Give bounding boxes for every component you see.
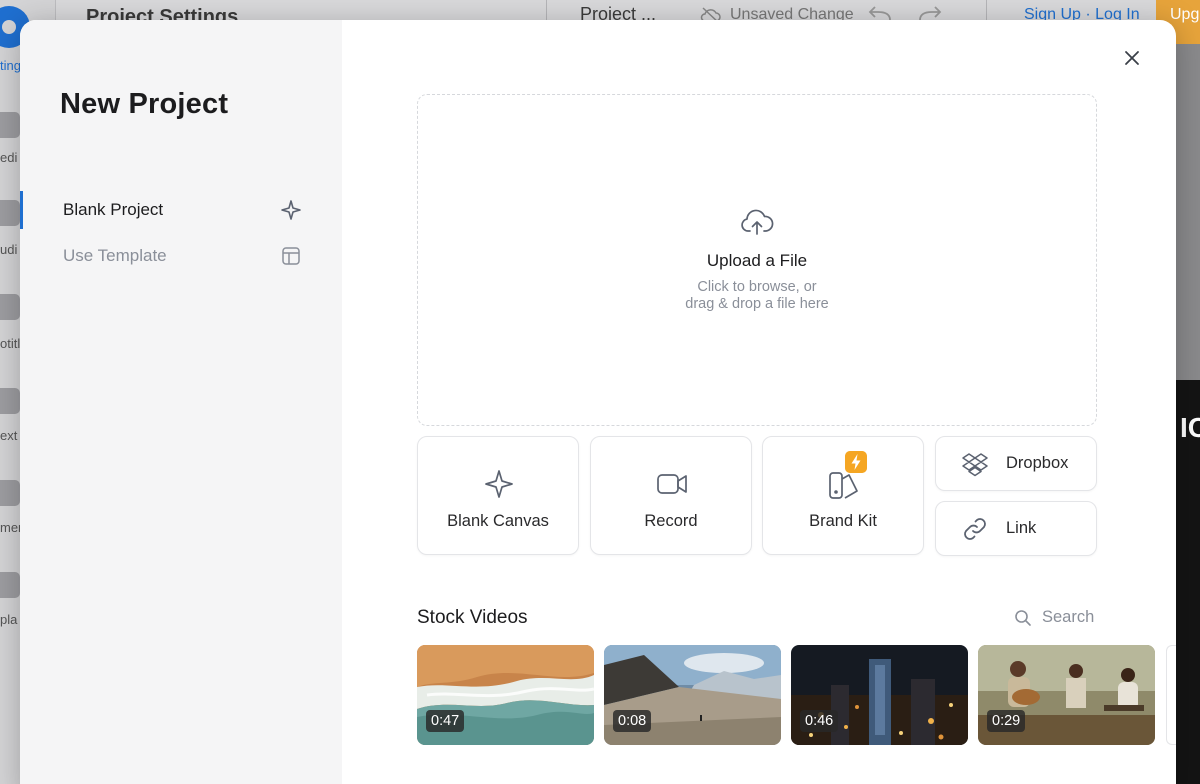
topbar-divider: [546, 0, 547, 20]
option-label: Dropbox: [1006, 454, 1069, 472]
rail-audio-icon[interactable]: [0, 200, 20, 226]
stock-video-thumbnail[interactable]: 0:47: [417, 645, 594, 745]
video-duration: 0:47: [426, 710, 465, 732]
rail-label-settings[interactable]: ting: [0, 58, 22, 73]
rail-subtitles-icon[interactable]: [0, 294, 20, 320]
option-label: Link: [1006, 519, 1037, 537]
rail-media-icon[interactable]: [0, 112, 20, 138]
record-button[interactable]: Record: [590, 436, 752, 555]
rail-label-audio[interactable]: udi: [0, 242, 22, 257]
rail-label-media[interactable]: edi: [0, 150, 22, 165]
link-button[interactable]: Link: [935, 501, 1097, 556]
upload-subtitle: Click to browse, or drag & drop a file h…: [418, 279, 1096, 313]
preview-text: IC: [1180, 412, 1200, 443]
rail-label-elements[interactable]: men: [0, 520, 22, 535]
search-label: Search: [1042, 608, 1095, 626]
video-duration: 0:08: [613, 710, 652, 732]
option-label: Blank Canvas: [447, 512, 549, 530]
video-duration: 0:46: [800, 710, 839, 732]
sidebar-item-label: Blank Project: [63, 200, 164, 219]
option-label: Brand Kit: [809, 512, 877, 530]
sidebar-item-blank-project[interactable]: Blank Project: [20, 190, 342, 230]
new-project-modal: New Project Blank Project Use Template U…: [20, 20, 1176, 784]
stock-video-thumbnail[interactable]: 0:08: [604, 645, 781, 745]
sidebar-item-use-template[interactable]: Use Template: [20, 236, 342, 276]
rail-text-icon[interactable]: [0, 388, 20, 414]
sidebar-item-label: Use Template: [63, 246, 167, 265]
modal-title: New Project: [60, 88, 229, 120]
search-icon: [1015, 609, 1031, 626]
option-label: Record: [644, 512, 698, 530]
sparkle-icon: [281, 200, 301, 220]
video-duration: 0:29: [987, 710, 1026, 732]
template-icon: [282, 247, 300, 265]
video-camera-icon: [657, 474, 687, 494]
topbar-divider: [986, 0, 987, 20]
close-icon[interactable]: [1120, 46, 1144, 70]
modal-sidebar: New Project Blank Project Use Template: [20, 20, 342, 784]
rail-elements-icon[interactable]: [0, 480, 20, 506]
rail-templates-icon[interactable]: [0, 572, 20, 598]
blank-canvas-button[interactable]: Blank Canvas: [417, 436, 579, 555]
stock-videos-heading: Stock Videos: [417, 607, 528, 628]
upload-subtitle-line: drag & drop a file here: [685, 296, 829, 312]
rail-label-subtitles[interactable]: otitl: [0, 336, 22, 351]
dropbox-button[interactable]: Dropbox: [935, 436, 1097, 491]
upload-dropzone[interactable]: Upload a File Click to browse, or drag &…: [417, 94, 1097, 426]
lightning-icon: [845, 451, 867, 473]
sparkle-icon: [485, 470, 513, 498]
stock-video-thumbnail-partial[interactable]: [1166, 645, 1176, 745]
rail-label-templates[interactable]: pla: [0, 612, 22, 627]
brand-kit-button[interactable]: Brand Kit: [762, 436, 924, 555]
upload-subtitle-line: Click to browse, or: [697, 279, 817, 295]
stock-video-thumbnail[interactable]: 0:29: [978, 645, 1155, 745]
rail-label-text[interactable]: ext: [0, 428, 22, 443]
link-icon: [964, 518, 986, 540]
dropbox-icon: [962, 453, 988, 477]
stock-search[interactable]: Search: [1014, 608, 1094, 627]
stock-video-thumbnail[interactable]: 0:46: [791, 645, 968, 745]
upload-title: Upload a File: [706, 251, 808, 270]
cloud-upload-icon: [741, 209, 774, 235]
